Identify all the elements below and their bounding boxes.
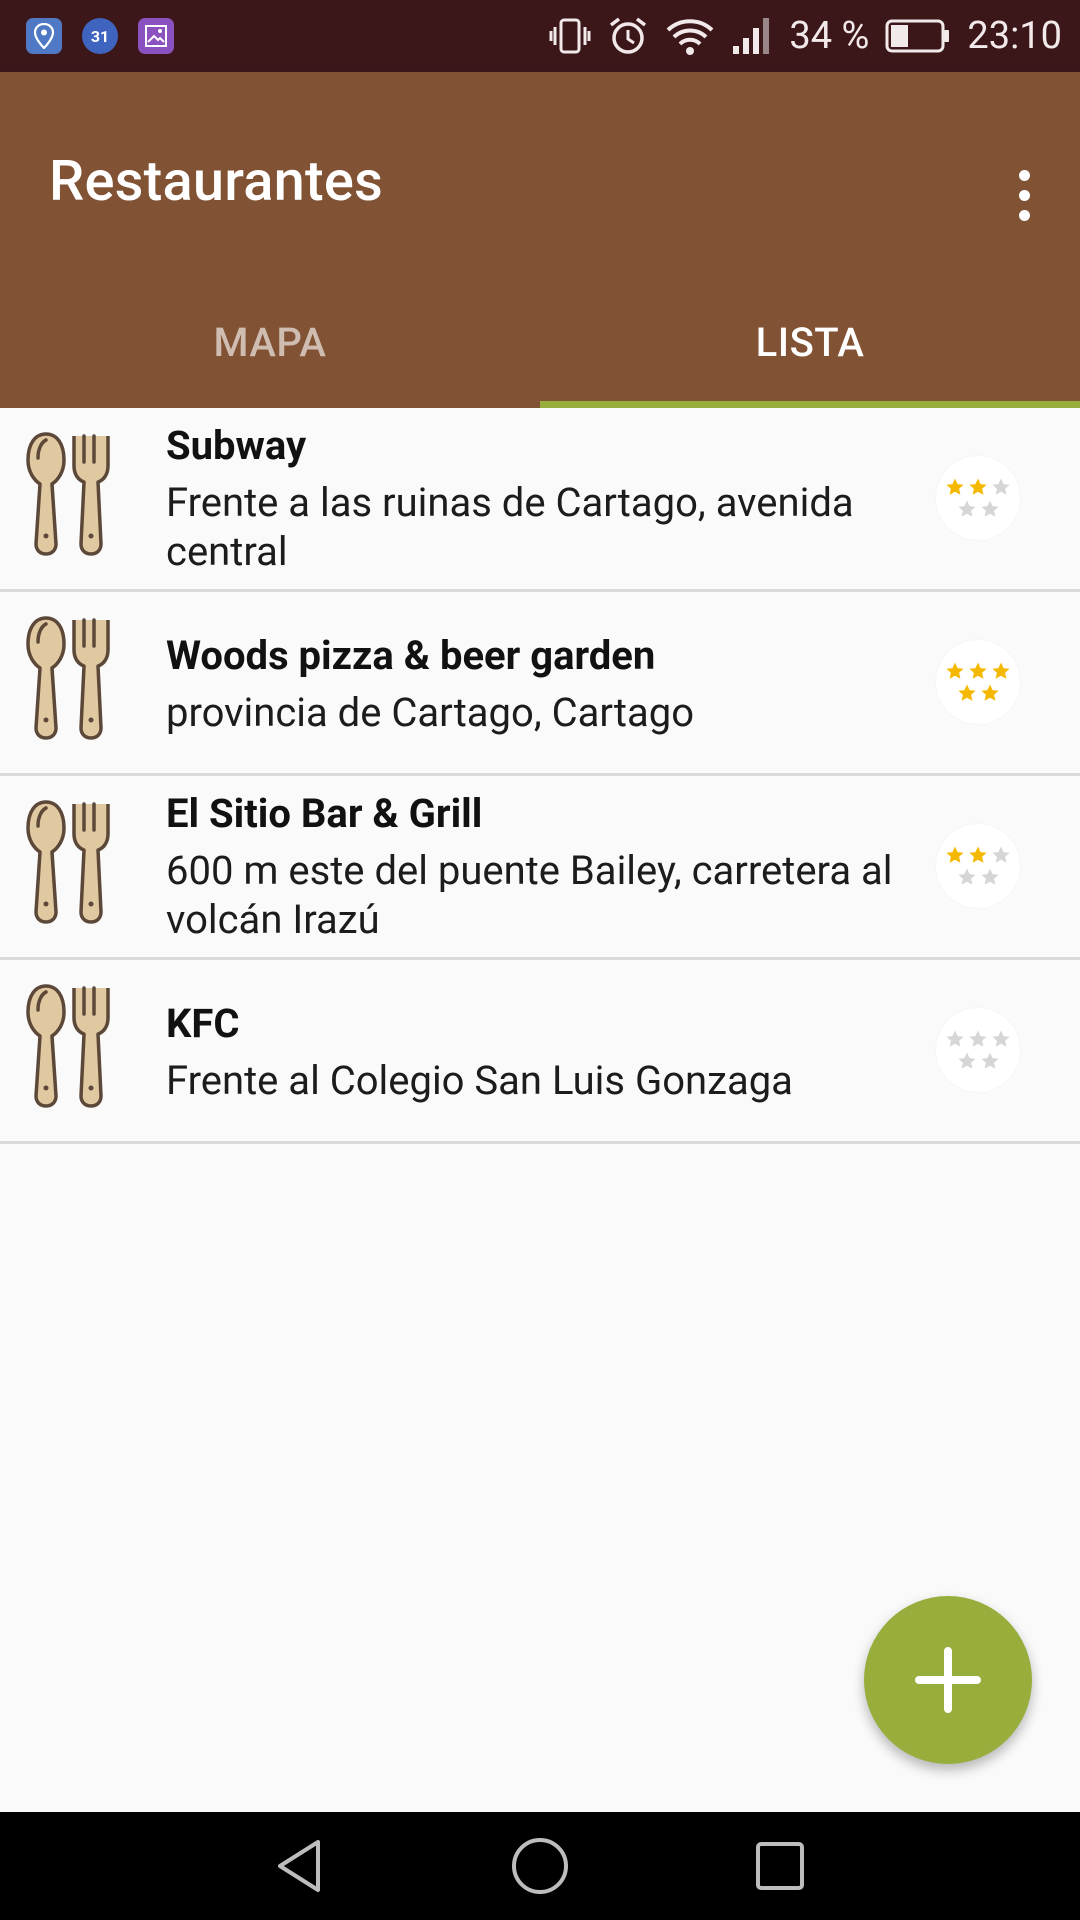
star-icon [946,478,964,495]
back-icon[interactable] [270,1836,330,1896]
star-icon [957,684,976,701]
star-icon [946,846,964,863]
calendar-icon: 31 [82,18,118,54]
recents-icon[interactable] [750,1836,810,1896]
star-icon [969,846,987,863]
list-item[interactable]: KFC Frente al Colegio San Luis Gonzaga [0,960,1080,1144]
wifi-icon [667,19,714,55]
star-icon [957,1052,976,1069]
star-icon [992,478,1010,495]
tab-lista[interactable]: LISTA [540,276,1080,408]
restaurant-name: Subway [166,422,307,469]
restaurant-name: El Sitio Bar & Grill [166,790,483,837]
restaurant-list: Subway Frente a las ruinas de Cartago, a… [0,408,1080,1144]
calendar-day: 31 [90,26,110,46]
page-title: Restaurantes [49,148,384,214]
restaurant-name: Woods pizza & beer garden [166,632,656,679]
gallery-icon [138,18,174,54]
star-icon [969,662,987,679]
restaurant-address: 600 m este del puente Bailey, carretera … [166,847,893,943]
vibrate-icon [549,18,591,54]
add-restaurant-button[interactable] [864,1596,1032,1764]
star-icon [980,500,999,517]
home-icon[interactable] [510,1836,570,1896]
clock: 23:10 [967,14,1062,58]
restaurant-address: Frente al Colegio San Luis Gonzaga [166,1057,793,1104]
star-icon [992,846,1010,863]
alarm-icon [610,17,647,54]
add-icon [915,1647,981,1713]
tab-bar: MAPA LISTA [0,276,1080,408]
more-vert-icon[interactable] [996,150,1052,240]
battery-percent: 34 % [789,14,870,58]
maps-icon [26,18,62,54]
battery-icon [885,19,950,53]
star-icon [980,868,999,885]
star-icon [957,500,976,517]
restaurant-address: Frente a las ruinas de Cartago, avenida … [166,479,854,575]
tab-mapa[interactable]: MAPA [0,276,540,408]
status-bar: 31 34 % 23:10 [0,0,1080,72]
rating-badge [936,640,1020,724]
star-icon [980,1052,999,1069]
utensils-icon [24,796,114,926]
restaurant-address: provincia de Cartago, Cartago [166,689,695,736]
rating-badge [936,1008,1020,1092]
star-icon [992,662,1010,679]
signal-icon [733,18,770,54]
star-icon [969,1030,987,1047]
restaurant-name: KFC [166,1000,240,1047]
utensils-icon [24,980,114,1110]
star-icon [980,684,999,701]
rating-badge [936,456,1020,540]
utensils-icon [24,612,114,742]
utensils-icon [24,428,114,558]
star-icon [992,1030,1010,1047]
list-item[interactable]: Subway Frente a las ruinas de Cartago, a… [0,408,1080,592]
list-item[interactable]: Woods pizza & beer garden provincia de C… [0,592,1080,776]
star-icon [957,868,976,885]
star-icon [946,1030,964,1047]
star-icon [946,662,964,679]
star-icon [969,478,987,495]
list-item[interactable]: El Sitio Bar & Grill 600 m este del puen… [0,776,1080,960]
navigation-bar [0,1812,1080,1920]
rating-badge [936,824,1020,908]
app-bar: Restaurantes MAPA LISTA [0,72,1080,408]
